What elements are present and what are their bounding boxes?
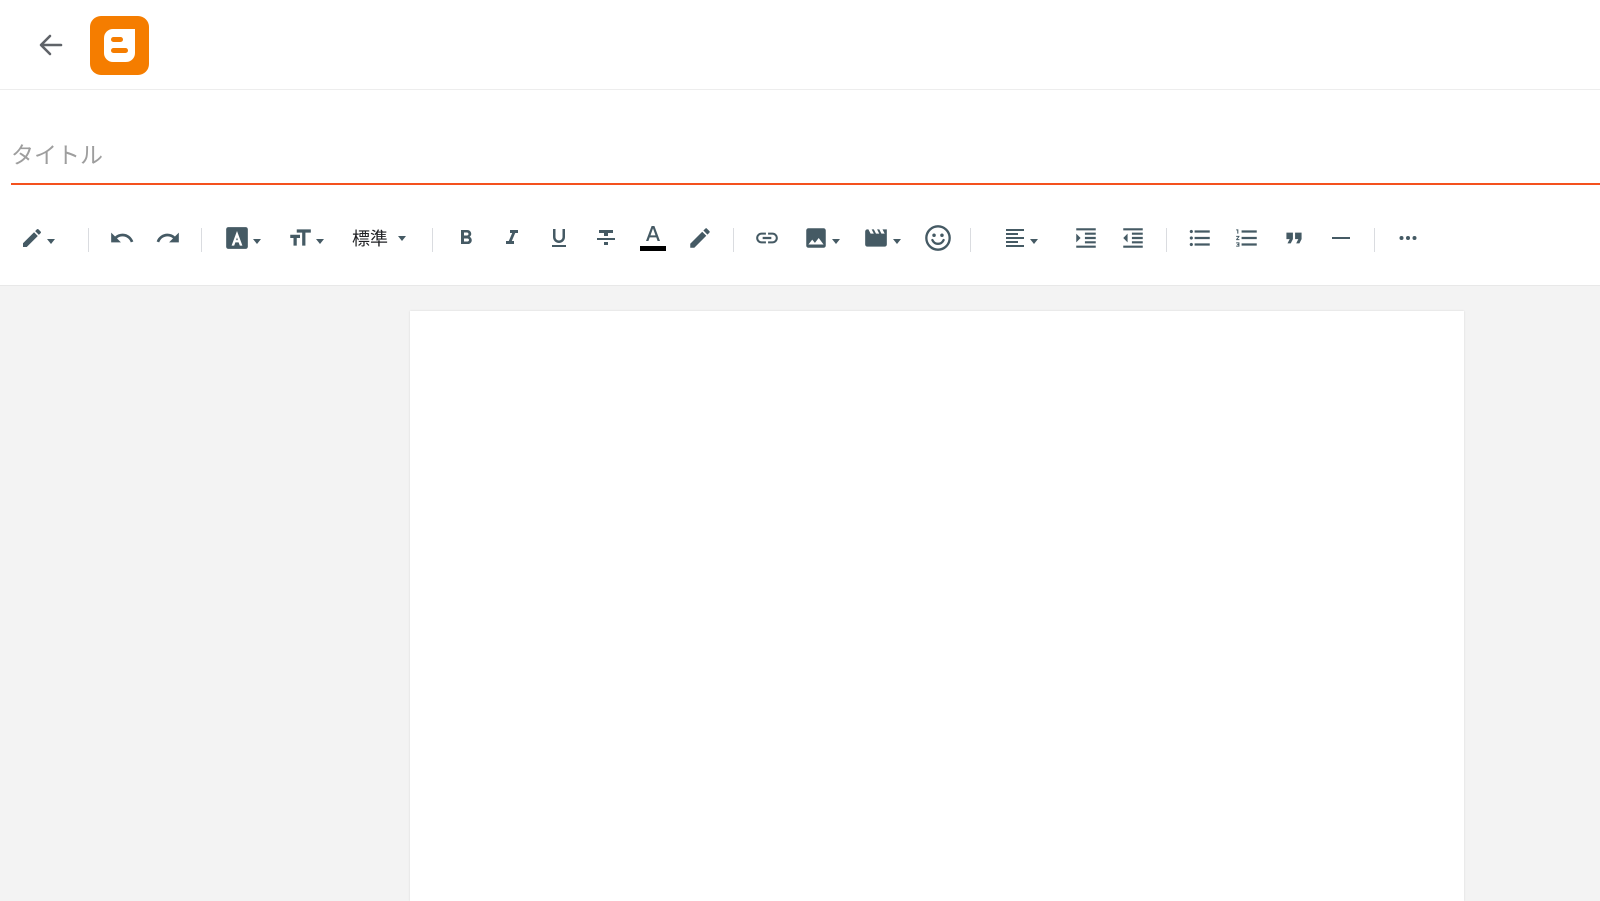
redo-icon	[156, 232, 179, 243]
bulleted-list-icon	[1189, 229, 1210, 247]
italic-button[interactable]	[494, 212, 530, 264]
indent-decrease-icon	[1123, 228, 1143, 248]
quote-button[interactable]	[1276, 212, 1312, 264]
bulleted-list-button[interactable]	[1182, 212, 1218, 264]
emoji-icon	[925, 225, 951, 251]
paragraph-format-label: 標準	[352, 229, 388, 250]
post-body-editor[interactable]	[410, 311, 1464, 901]
font-size-icon	[289, 229, 311, 246]
link-button[interactable]	[749, 212, 785, 264]
horizontal-rule-icon	[1332, 237, 1350, 239]
indent-decrease-button[interactable]	[1115, 212, 1151, 264]
video-icon	[864, 229, 887, 247]
insert-image-button[interactable]	[798, 212, 844, 264]
numbered-list-icon	[1236, 229, 1257, 247]
toolbar-separator	[88, 228, 89, 252]
horizontal-rule-button[interactable]	[1323, 212, 1359, 264]
chevron-down-icon	[831, 238, 840, 244]
blogger-icon	[90, 16, 149, 75]
chevron-down-icon	[252, 238, 261, 244]
text-color-icon	[640, 226, 666, 251]
highlighter-icon	[690, 228, 710, 248]
underline-button[interactable]	[541, 212, 577, 264]
image-icon	[805, 228, 826, 248]
more-horizontal-icon	[1399, 236, 1417, 240]
chevron-down-icon	[46, 238, 55, 244]
indent-increase-icon	[1076, 228, 1096, 248]
arrow-left-icon	[39, 34, 63, 56]
post-title-input[interactable]	[11, 134, 1600, 185]
numbered-list-button[interactable]	[1229, 212, 1265, 264]
link-icon	[756, 232, 778, 244]
align-left-icon	[1005, 229, 1024, 247]
strikethrough-button[interactable]	[588, 212, 624, 264]
back-button[interactable]	[30, 25, 70, 65]
bold-icon	[461, 230, 472, 244]
editor-toolbar: 標準	[0, 212, 1600, 264]
title-area: 標準	[0, 90, 1600, 286]
strikethrough-icon	[597, 230, 615, 245]
toolbar-separator	[432, 228, 433, 252]
chevron-down-icon	[1029, 238, 1038, 244]
top-bar	[0, 0, 1600, 90]
align-button[interactable]	[995, 212, 1045, 264]
toolbar-separator	[970, 228, 971, 252]
toolbar-separator	[733, 228, 734, 252]
insert-emoji-button[interactable]	[918, 212, 958, 264]
font-family-button[interactable]	[217, 212, 267, 264]
text-color-button[interactable]	[635, 212, 671, 264]
chevron-down-icon	[315, 238, 324, 244]
redo-button[interactable]	[150, 212, 186, 264]
pencil-icon	[22, 228, 41, 247]
font-family-icon	[225, 227, 248, 249]
compose-mode-button[interactable]	[12, 212, 62, 264]
indent-increase-button[interactable]	[1068, 212, 1104, 264]
bold-button[interactable]	[448, 212, 484, 264]
undo-button[interactable]	[104, 212, 140, 264]
toolbar-separator	[201, 228, 202, 252]
undo-icon	[111, 232, 134, 243]
chevron-down-icon	[398, 235, 406, 241]
font-size-button[interactable]	[280, 212, 330, 264]
quote-icon	[1286, 232, 1302, 244]
blogger-logo[interactable]	[90, 16, 149, 75]
toolbar-separator	[1166, 228, 1167, 252]
highlight-button[interactable]	[682, 212, 718, 264]
toolbar-separator	[1374, 228, 1375, 252]
more-options-button[interactable]	[1390, 212, 1426, 264]
paragraph-format-select[interactable]: 標準	[342, 212, 416, 264]
chevron-down-icon	[892, 238, 901, 244]
insert-video-button[interactable]	[858, 212, 904, 264]
underline-icon	[552, 229, 566, 247]
italic-icon	[506, 230, 518, 244]
